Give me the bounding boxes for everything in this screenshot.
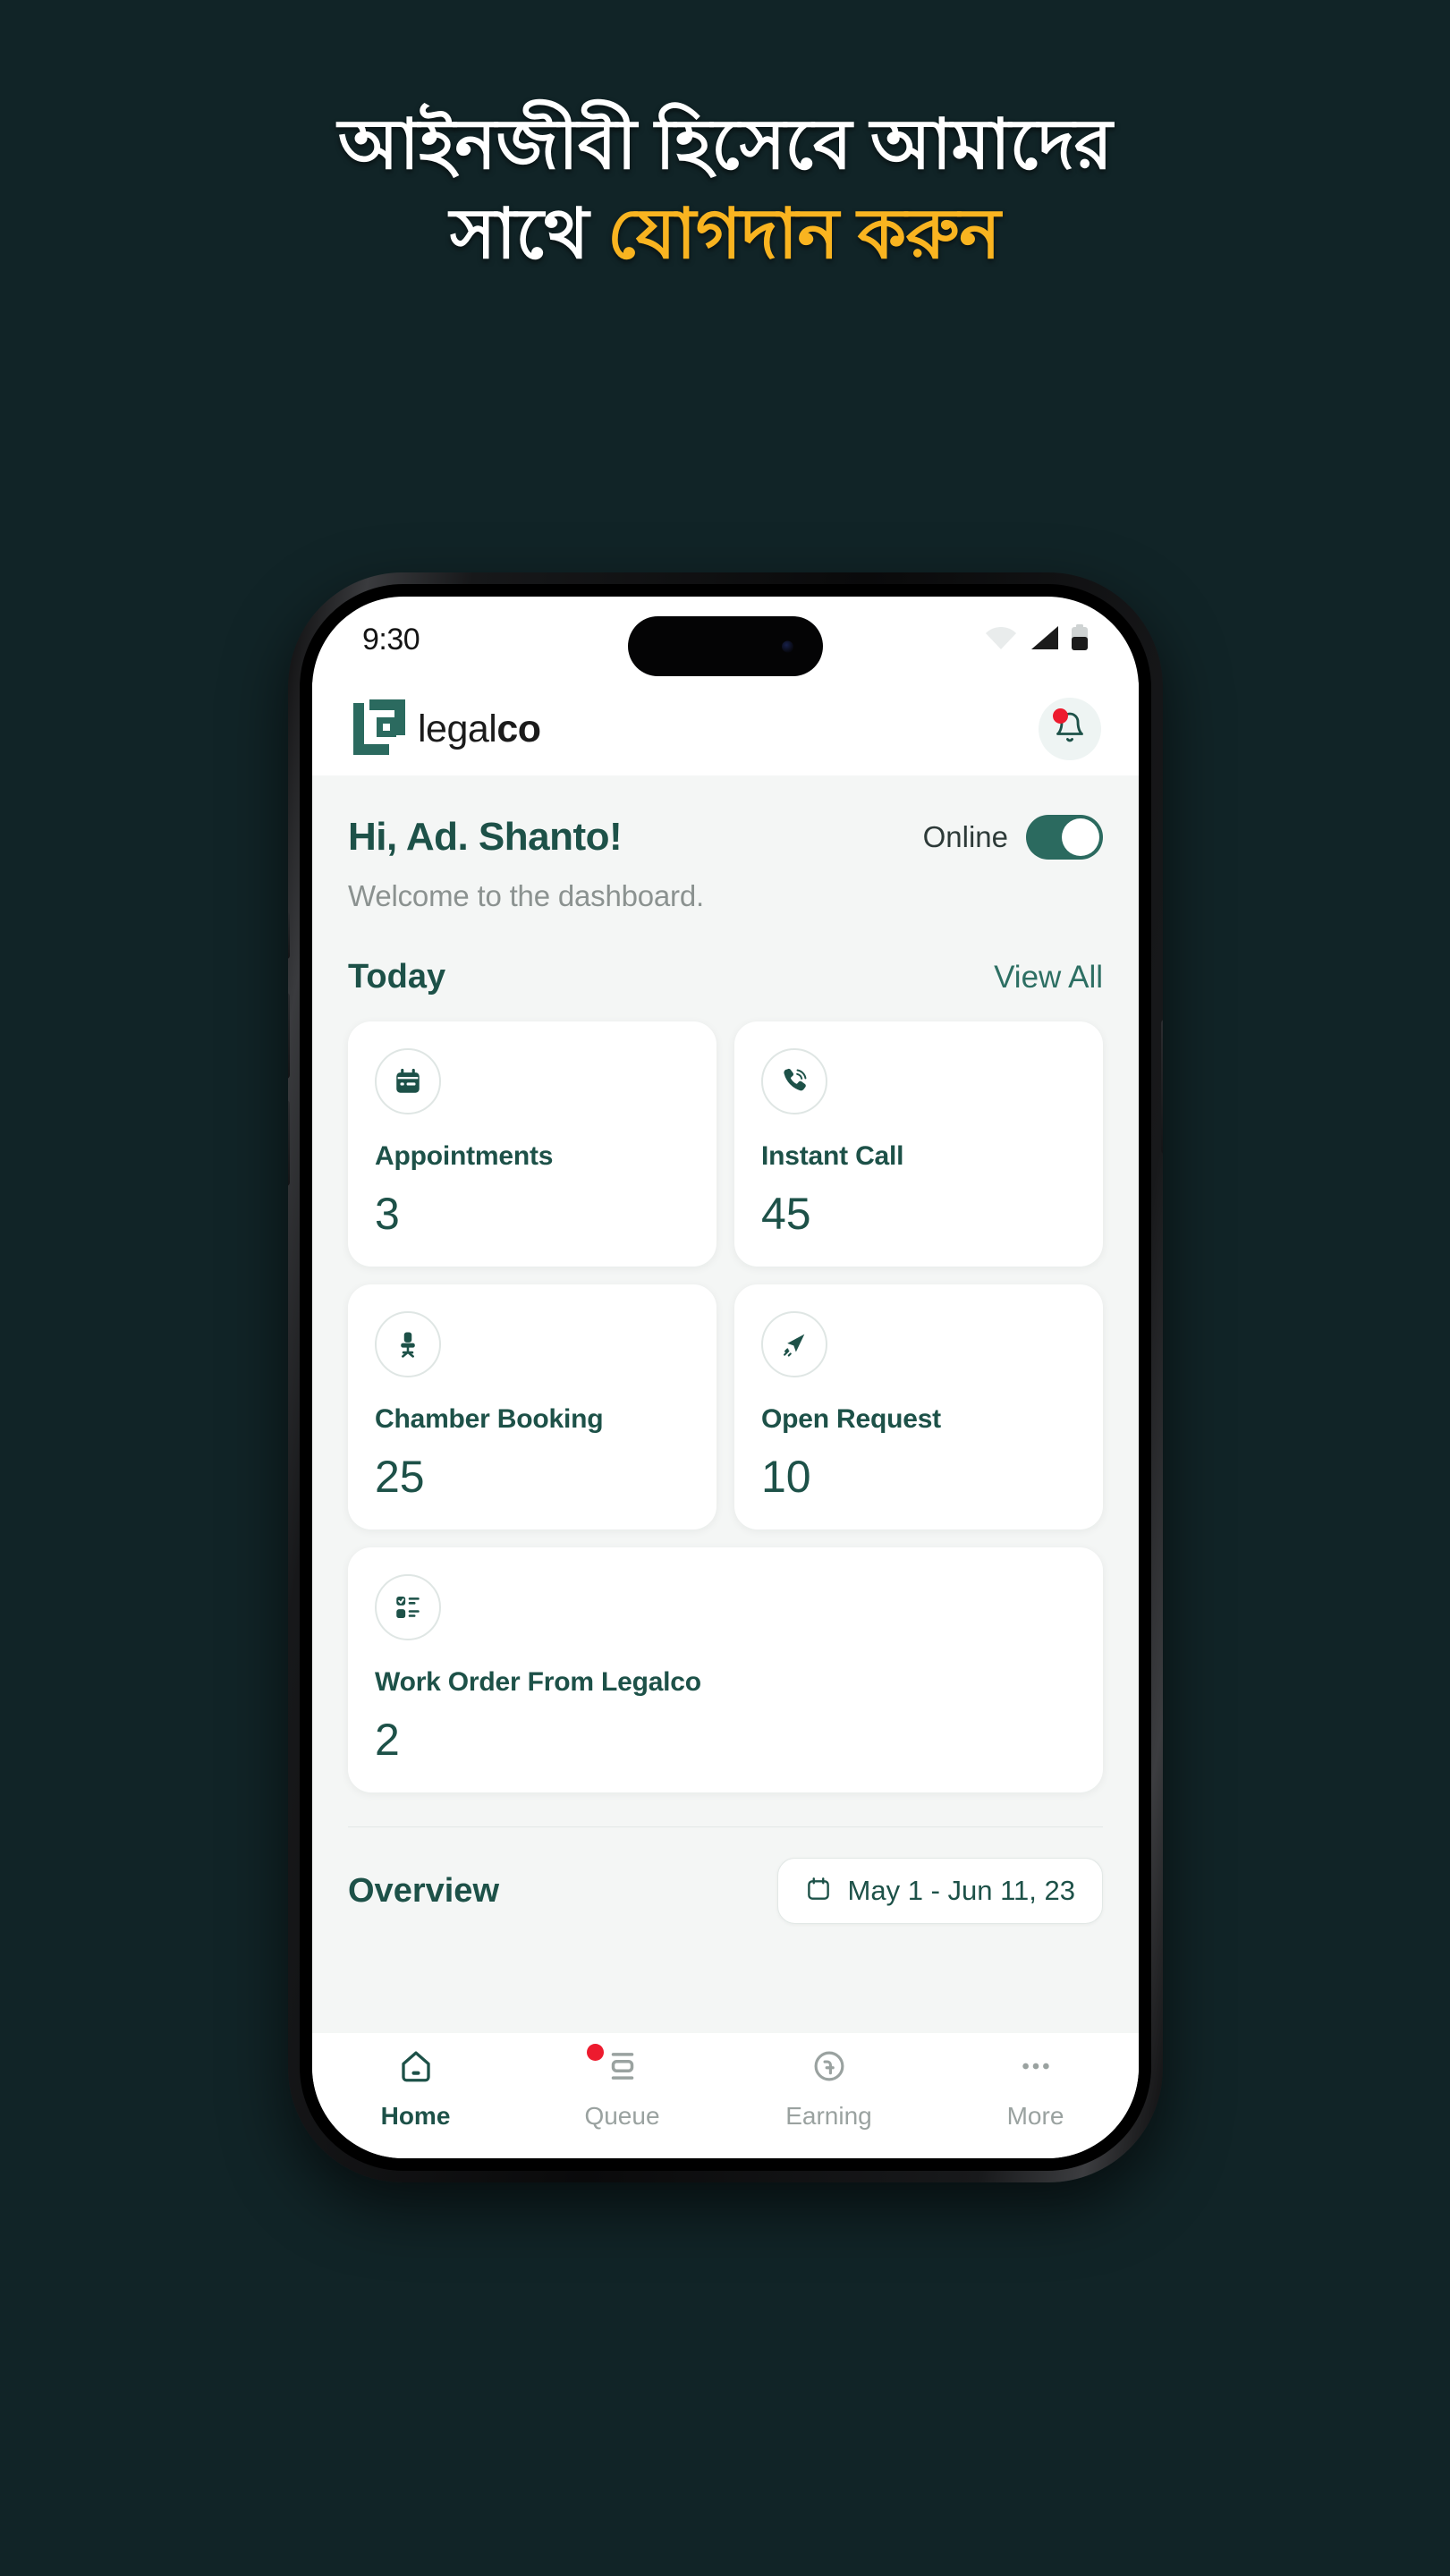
nav-item-earning[interactable]: Earning bbox=[749, 2047, 910, 2131]
dynamic-island bbox=[628, 616, 823, 676]
dashboard-body: Hi, Ad. Shanto! Online Welcome to the da… bbox=[312, 775, 1139, 2033]
silent-switch[interactable] bbox=[288, 912, 290, 959]
today-section-header: Today View All bbox=[348, 958, 1103, 996]
stat-card-appointments[interactable]: Appointments 3 bbox=[348, 1021, 717, 1267]
volume-up-button[interactable] bbox=[288, 993, 290, 1079]
notification-button[interactable] bbox=[1039, 698, 1101, 760]
nav-label: Queue bbox=[584, 2102, 660, 2130]
stat-card-label: Appointments bbox=[375, 1141, 554, 1171]
headline-line-2-accent: যোগদান করুন bbox=[607, 193, 1001, 273]
stat-card-value: 3 bbox=[375, 1189, 400, 1239]
taka-circle-icon bbox=[810, 2047, 848, 2089]
online-toggle[interactable] bbox=[1026, 815, 1103, 860]
date-range-text: May 1 - Jun 11, 23 bbox=[847, 1875, 1075, 1906]
paper-plane-icon bbox=[761, 1311, 827, 1377]
toggle-knob bbox=[1062, 818, 1099, 856]
view-all-link[interactable]: View All bbox=[994, 960, 1103, 996]
ellipsis-icon bbox=[1017, 2047, 1055, 2089]
power-button[interactable] bbox=[1161, 1020, 1163, 1154]
calendar-icon bbox=[805, 1876, 832, 1907]
brand-text-bold: co bbox=[496, 707, 541, 750]
phone-screen: 9:30 legalco Hi, Ad. Shanto! Online Welc… bbox=[312, 597, 1139, 2158]
today-cards-grid: Appointments 3 Instant Call 45 Chamber B… bbox=[348, 1021, 1103, 1792]
nav-item-home[interactable]: Home bbox=[335, 2047, 496, 2131]
promo-headline: আইনজীবী হিসেবে আমাদের সাথে যোগদান করুন bbox=[0, 100, 1450, 279]
status-bar-clock: 9:30 bbox=[362, 622, 420, 657]
nav-label: Earning bbox=[785, 2102, 872, 2130]
app-header: legalco bbox=[312, 682, 1139, 775]
overview-section-header: Overview May 1 - Jun 11, 23 bbox=[348, 1858, 1103, 1924]
stat-card-chamber-booking[interactable]: Chamber Booking 25 bbox=[348, 1284, 717, 1530]
stat-card-instant-call[interactable]: Instant Call 45 bbox=[734, 1021, 1103, 1267]
stat-card-work-order[interactable]: Work Order From Legalco 2 bbox=[348, 1547, 1103, 1792]
overview-title: Overview bbox=[348, 1871, 499, 1910]
wifi-icon bbox=[985, 625, 1017, 655]
stat-card-value: 10 bbox=[761, 1452, 811, 1502]
stat-card-label: Open Request bbox=[761, 1404, 941, 1434]
queue-badge-dot bbox=[586, 2044, 604, 2061]
phone-mockup: 9:30 legalco Hi, Ad. Shanto! Online Welc… bbox=[288, 572, 1163, 2182]
today-title: Today bbox=[348, 958, 446, 996]
bottom-navigation: Home Queue Earning More bbox=[312, 2033, 1139, 2158]
calendar-icon bbox=[375, 1048, 441, 1114]
cellular-signal-icon bbox=[1029, 625, 1059, 655]
greeting-row: Hi, Ad. Shanto! Online bbox=[348, 775, 1103, 860]
stat-card-value: 2 bbox=[375, 1715, 400, 1765]
stat-card-open-request[interactable]: Open Request 10 bbox=[734, 1284, 1103, 1530]
nav-label: More bbox=[1006, 2102, 1064, 2130]
stat-card-value: 25 bbox=[375, 1452, 425, 1502]
office-chair-icon bbox=[375, 1311, 441, 1377]
greeting-subtitle: Welcome to the dashboard. bbox=[348, 879, 704, 912]
phone-frame: 9:30 legalco Hi, Ad. Shanto! Online Welc… bbox=[288, 572, 1163, 2182]
brand-text: legalco bbox=[418, 708, 541, 751]
headline-line-2-white: সাথে bbox=[449, 193, 608, 273]
headline-line-2: সাথে যোগদান করুন bbox=[0, 190, 1450, 279]
nav-item-queue[interactable]: Queue bbox=[542, 2044, 703, 2131]
online-label: Online bbox=[922, 820, 1008, 853]
brand-text-light: legal bbox=[418, 707, 497, 750]
checklist-icon bbox=[375, 1574, 441, 1640]
nav-label: Home bbox=[380, 2102, 451, 2130]
phone-ringing-icon bbox=[761, 1048, 827, 1114]
headline-line-1: আইনজীবী হিসেবে আমাদের bbox=[337, 105, 1113, 183]
battery-icon bbox=[1071, 623, 1089, 656]
stat-card-label: Instant Call bbox=[761, 1141, 904, 1171]
greeting-title: Hi, Ad. Shanto! bbox=[348, 815, 623, 859]
queue-icon bbox=[604, 2047, 641, 2089]
nav-item-more[interactable]: More bbox=[955, 2047, 1116, 2131]
stat-card-value: 45 bbox=[761, 1189, 811, 1239]
notification-badge-dot bbox=[1053, 708, 1068, 724]
home-icon bbox=[397, 2047, 435, 2089]
date-range-picker[interactable]: May 1 - Jun 11, 23 bbox=[776, 1858, 1103, 1924]
section-divider bbox=[348, 1826, 1103, 1827]
legalco-logo-icon bbox=[350, 699, 405, 759]
brand[interactable]: legalco bbox=[350, 699, 541, 759]
stat-card-label: Work Order From Legalco bbox=[375, 1667, 701, 1697]
online-status-control[interactable]: Online bbox=[923, 815, 1103, 860]
volume-down-button[interactable] bbox=[288, 1100, 290, 1186]
status-bar-icons bbox=[985, 623, 1089, 656]
stat-card-label: Chamber Booking bbox=[375, 1404, 604, 1434]
